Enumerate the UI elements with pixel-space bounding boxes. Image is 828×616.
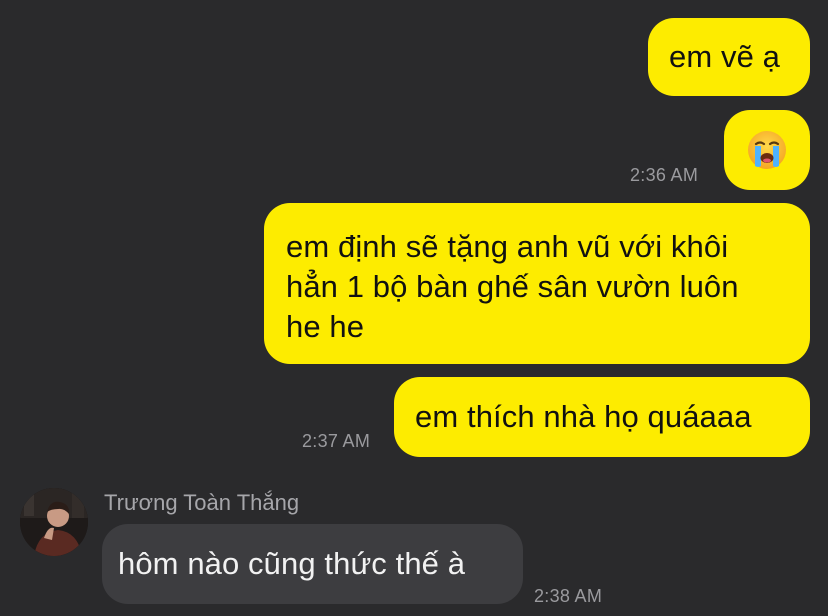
message-text: em thích nhà họ quáaaa [415, 399, 752, 434]
loudly-crying-face-icon [748, 131, 786, 169]
message-timestamp: 2:37 AM [302, 431, 371, 451]
contact-avatar[interactable] [20, 488, 88, 556]
chat-thread: em vẽ ạ 2:36 AM em định sẽ tặng anh vũ v… [0, 0, 828, 616]
incoming-message-bubble[interactable]: hôm nào cũng thức thế à [102, 524, 523, 604]
message-text-line: he he [286, 309, 365, 344]
message-timestamp: 2:38 AM [534, 586, 603, 606]
outgoing-message-bubble[interactable]: em định sẽ tặng anh vũ với khôi hẳn 1 bộ… [264, 203, 810, 364]
outgoing-emoji-bubble[interactable] [724, 110, 810, 190]
avatar-photo [20, 488, 88, 556]
message-text-line: em định sẽ tặng anh vũ với khôi [286, 229, 729, 264]
outgoing-message-bubble[interactable]: em thích nhà họ quáaaa [394, 377, 810, 457]
sender-name: Trương Toàn Thắng [104, 490, 300, 515]
outgoing-message-bubble[interactable]: em vẽ ạ [648, 18, 810, 96]
message-text-line: hẳn 1 bộ bàn ghế sân vườn luôn [286, 269, 739, 304]
message-timestamp: 2:36 AM [630, 165, 699, 185]
message-text: em vẽ ạ [669, 39, 780, 74]
message-text: hôm nào cũng thức thế à [118, 546, 466, 581]
